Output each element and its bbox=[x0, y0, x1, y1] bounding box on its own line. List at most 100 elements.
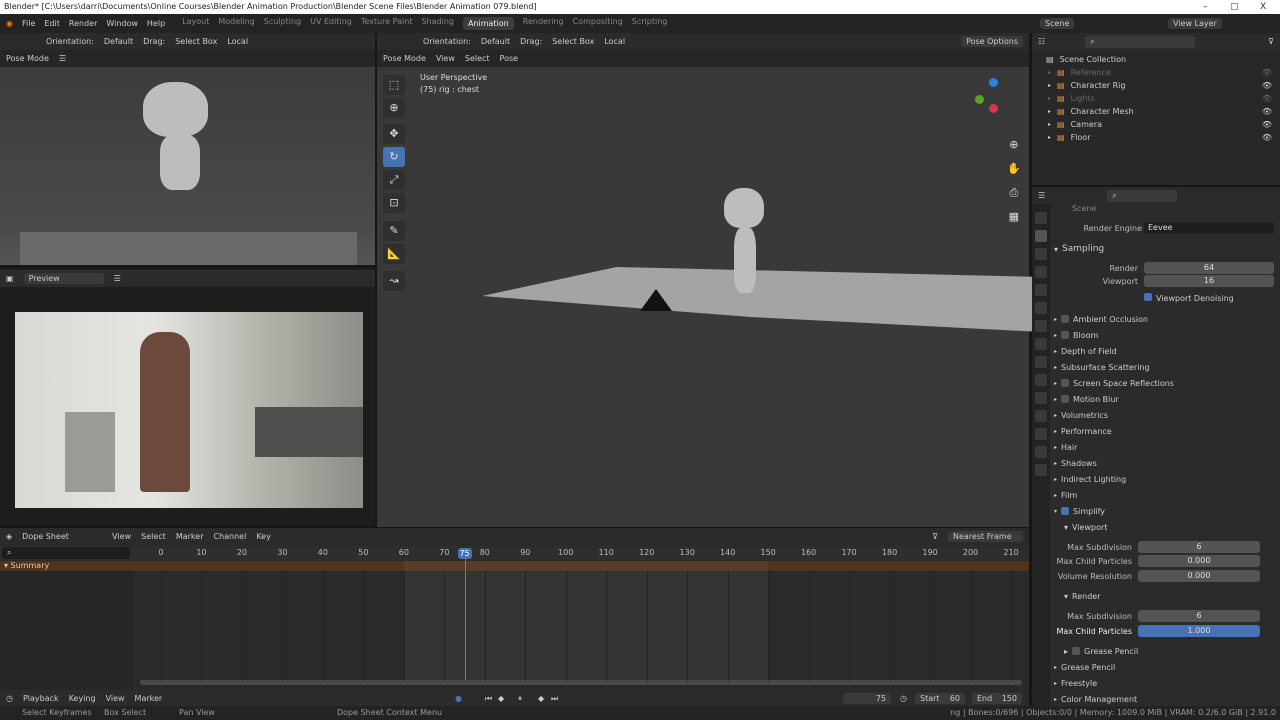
jump-start-button[interactable]: ⏮ bbox=[485, 694, 492, 704]
camera-view-icon[interactable]: ⎙ bbox=[1007, 181, 1021, 205]
object-tab-icon[interactable] bbox=[1035, 320, 1047, 332]
tab-sculpting[interactable]: Sculpting bbox=[264, 17, 301, 30]
tab-rendering[interactable]: Rendering bbox=[523, 17, 564, 30]
texture-tab-icon[interactable] bbox=[1035, 464, 1047, 476]
render-tab-icon[interactable] bbox=[1035, 230, 1047, 242]
outliner-item[interactable]: ▸ ▤ Floor 👁 bbox=[1032, 131, 1280, 144]
filter-icon[interactable]: ⊽ bbox=[1268, 37, 1274, 46]
panel-screen-space-reflections[interactable]: ▸ Screen Space Reflections bbox=[1054, 376, 1274, 390]
left-3d-viewport[interactable]: Orientation: Default Drag: Select Box Lo… bbox=[0, 33, 375, 265]
timeline-menu-keying[interactable]: Keying bbox=[69, 694, 96, 703]
particles-tab-icon[interactable] bbox=[1035, 356, 1047, 368]
orientation-dropdown[interactable]: Default bbox=[481, 37, 510, 46]
simplify-render-subpanel[interactable]: ▾ Render bbox=[1064, 589, 1274, 603]
tab-animation[interactable]: Animation bbox=[462, 17, 514, 30]
menu-icon[interactable]: ☰ bbox=[114, 274, 121, 283]
visibility-eye-icon[interactable]: 👁 bbox=[1262, 120, 1272, 129]
panel-simplify[interactable]: ▾ Simplify bbox=[1054, 504, 1274, 518]
constraints-tab-icon[interactable] bbox=[1035, 392, 1047, 404]
pivot-dropdown[interactable]: Local bbox=[604, 37, 625, 46]
dope-sheet-mode-dropdown[interactable]: Dope Sheet bbox=[22, 532, 102, 541]
properties-search-input[interactable]: ⌕ bbox=[1107, 189, 1178, 202]
checkbox-icon[interactable] bbox=[1061, 395, 1070, 403]
world-tab-icon[interactable] bbox=[1035, 302, 1047, 314]
panel-freestyle[interactable]: ▸ Freestyle bbox=[1054, 676, 1274, 690]
rotate-tool-icon[interactable]: ↻ bbox=[383, 147, 405, 167]
tool-tab-icon[interactable] bbox=[1035, 212, 1047, 224]
pose-options-dropdown[interactable]: Pose Options bbox=[961, 36, 1023, 47]
editor-type-icon[interactable]: ◷ bbox=[6, 694, 13, 703]
dopesheet-menu-channel[interactable]: Channel bbox=[213, 532, 246, 541]
panel-hair[interactable]: ▸ Hair bbox=[1054, 440, 1274, 454]
dope-sheet[interactable]: ◈ Dope Sheet View Select Marker Channel Key … bbox=[0, 528, 1029, 690]
visibility-eye-icon[interactable]: 👁 bbox=[1262, 107, 1272, 116]
panel-grease-pencil[interactable]: ▸ Grease Pencil bbox=[1054, 660, 1274, 674]
panel-performance[interactable]: ▸ Performance bbox=[1054, 424, 1274, 438]
menu-edit[interactable]: Edit bbox=[44, 19, 60, 28]
panel-indirect-lighting[interactable]: ▸ Indirect Lighting bbox=[1054, 472, 1274, 486]
view-menu[interactable]: View bbox=[436, 54, 455, 63]
outliner-item[interactable]: ▸ ▤ Character Rig 👁 bbox=[1032, 79, 1280, 92]
cursor-tool-icon[interactable]: ⊕ bbox=[383, 98, 405, 118]
current-frame-indicator[interactable]: 75 bbox=[457, 548, 472, 559]
grid-icon[interactable]: ▦ bbox=[1007, 205, 1021, 229]
dopesheet-menu-marker[interactable]: Marker bbox=[176, 532, 204, 541]
outliner-item[interactable]: ▸ ▤ Lights 👁 bbox=[1032, 92, 1280, 105]
drag-dropdown[interactable]: Select Box bbox=[175, 37, 217, 46]
checkbox-icon[interactable] bbox=[1061, 331, 1070, 339]
tab-uv-editing[interactable]: UV Editing bbox=[310, 17, 352, 30]
timeline-menu-view[interactable]: View bbox=[106, 694, 125, 703]
tab-compositing[interactable]: Compositing bbox=[573, 17, 623, 30]
panel-ambient-occlusion[interactable]: ▸ Ambient Occlusion bbox=[1054, 312, 1274, 326]
scene-selector[interactable]: Scene bbox=[1040, 18, 1075, 29]
expand-arrow-icon[interactable]: ▸ bbox=[1048, 134, 1051, 141]
measure-tool-icon[interactable]: 📐 bbox=[383, 244, 405, 264]
scene-collection[interactable]: ▤ Scene Collection bbox=[1032, 53, 1280, 66]
viewport-denoising-checkbox[interactable]: Viewport Denoising bbox=[1144, 293, 1234, 303]
dopesheet-menu-view[interactable]: View bbox=[112, 532, 131, 541]
bone-tab-icon[interactable] bbox=[1035, 428, 1047, 440]
pan-hand-icon[interactable]: ✋ bbox=[1007, 157, 1021, 181]
current-frame-field[interactable]: 75 bbox=[843, 693, 891, 704]
view-layer-selector[interactable]: View Layer bbox=[1168, 18, 1222, 29]
panel-motion-blur[interactable]: ▸ Motion Blur bbox=[1054, 392, 1274, 406]
annotate-tool-icon[interactable]: ✎ bbox=[383, 221, 405, 241]
material-tab-icon[interactable] bbox=[1035, 446, 1047, 458]
auto-keying-button[interactable]: ● bbox=[455, 694, 462, 703]
simplify-grease-pencil-subpanel[interactable]: ▸ Grease Pencil bbox=[1064, 644, 1274, 658]
editor-type-icon[interactable]: ☰ bbox=[1038, 191, 1045, 200]
image-selector[interactable]: Preview bbox=[23, 273, 104, 284]
drag-dropdown[interactable]: Select Box bbox=[552, 37, 594, 46]
jump-end-button[interactable]: ⏭ bbox=[551, 694, 558, 704]
navigation-gizmo[interactable] bbox=[975, 78, 1015, 118]
volume-resolution-field[interactable]: 0.000 bbox=[1138, 570, 1260, 582]
transform-tool-icon[interactable]: ⊡ bbox=[383, 193, 405, 213]
mode-dropdown[interactable]: Pose Mode bbox=[6, 54, 49, 63]
image-editor[interactable]: ▣ Preview ☰ bbox=[0, 268, 375, 526]
menu-file[interactable]: File bbox=[22, 19, 35, 28]
outliner-item[interactable]: ▸ ▤ Camera 👁 bbox=[1032, 118, 1280, 131]
expand-arrow-icon[interactable]: ▸ bbox=[1048, 121, 1051, 128]
snap-dropdown[interactable]: Nearest Frame bbox=[948, 531, 1023, 542]
render-engine-dropdown[interactable]: Eevee bbox=[1144, 222, 1274, 234]
max-subdivision-field[interactable]: 6 bbox=[1138, 541, 1260, 553]
panel-film[interactable]: ▸ Film bbox=[1054, 488, 1274, 502]
close-button[interactable]: X bbox=[1260, 0, 1266, 14]
output-tab-icon[interactable] bbox=[1035, 248, 1047, 260]
menu-help[interactable]: Help bbox=[147, 19, 165, 28]
modifiers-tab-icon[interactable] bbox=[1035, 338, 1047, 350]
expand-arrow-icon[interactable]: ▸ bbox=[1048, 82, 1051, 89]
channel-search-input[interactable]: ⌕ bbox=[2, 547, 130, 559]
editor-type-icon[interactable]: ◈ bbox=[6, 532, 12, 541]
bone-tool-icon[interactable]: ↝ bbox=[383, 271, 405, 291]
checkbox-icon[interactable] bbox=[1061, 315, 1070, 323]
move-tool-icon[interactable]: ✥ bbox=[383, 124, 405, 144]
scene-tab-icon[interactable] bbox=[1035, 284, 1047, 296]
timeline-menu-playback[interactable]: Playback bbox=[23, 694, 59, 703]
blender-logo-icon[interactable]: ◉ bbox=[6, 19, 13, 28]
visibility-eye-icon[interactable]: 👁 bbox=[1262, 68, 1272, 77]
menu-icon[interactable]: ☰ bbox=[59, 54, 66, 63]
visibility-eye-icon[interactable]: 👁 bbox=[1262, 81, 1272, 90]
panel-shadows[interactable]: ▸ Shadows bbox=[1054, 456, 1274, 470]
panel-depth-of-field[interactable]: ▸ Depth of Field bbox=[1054, 344, 1274, 358]
